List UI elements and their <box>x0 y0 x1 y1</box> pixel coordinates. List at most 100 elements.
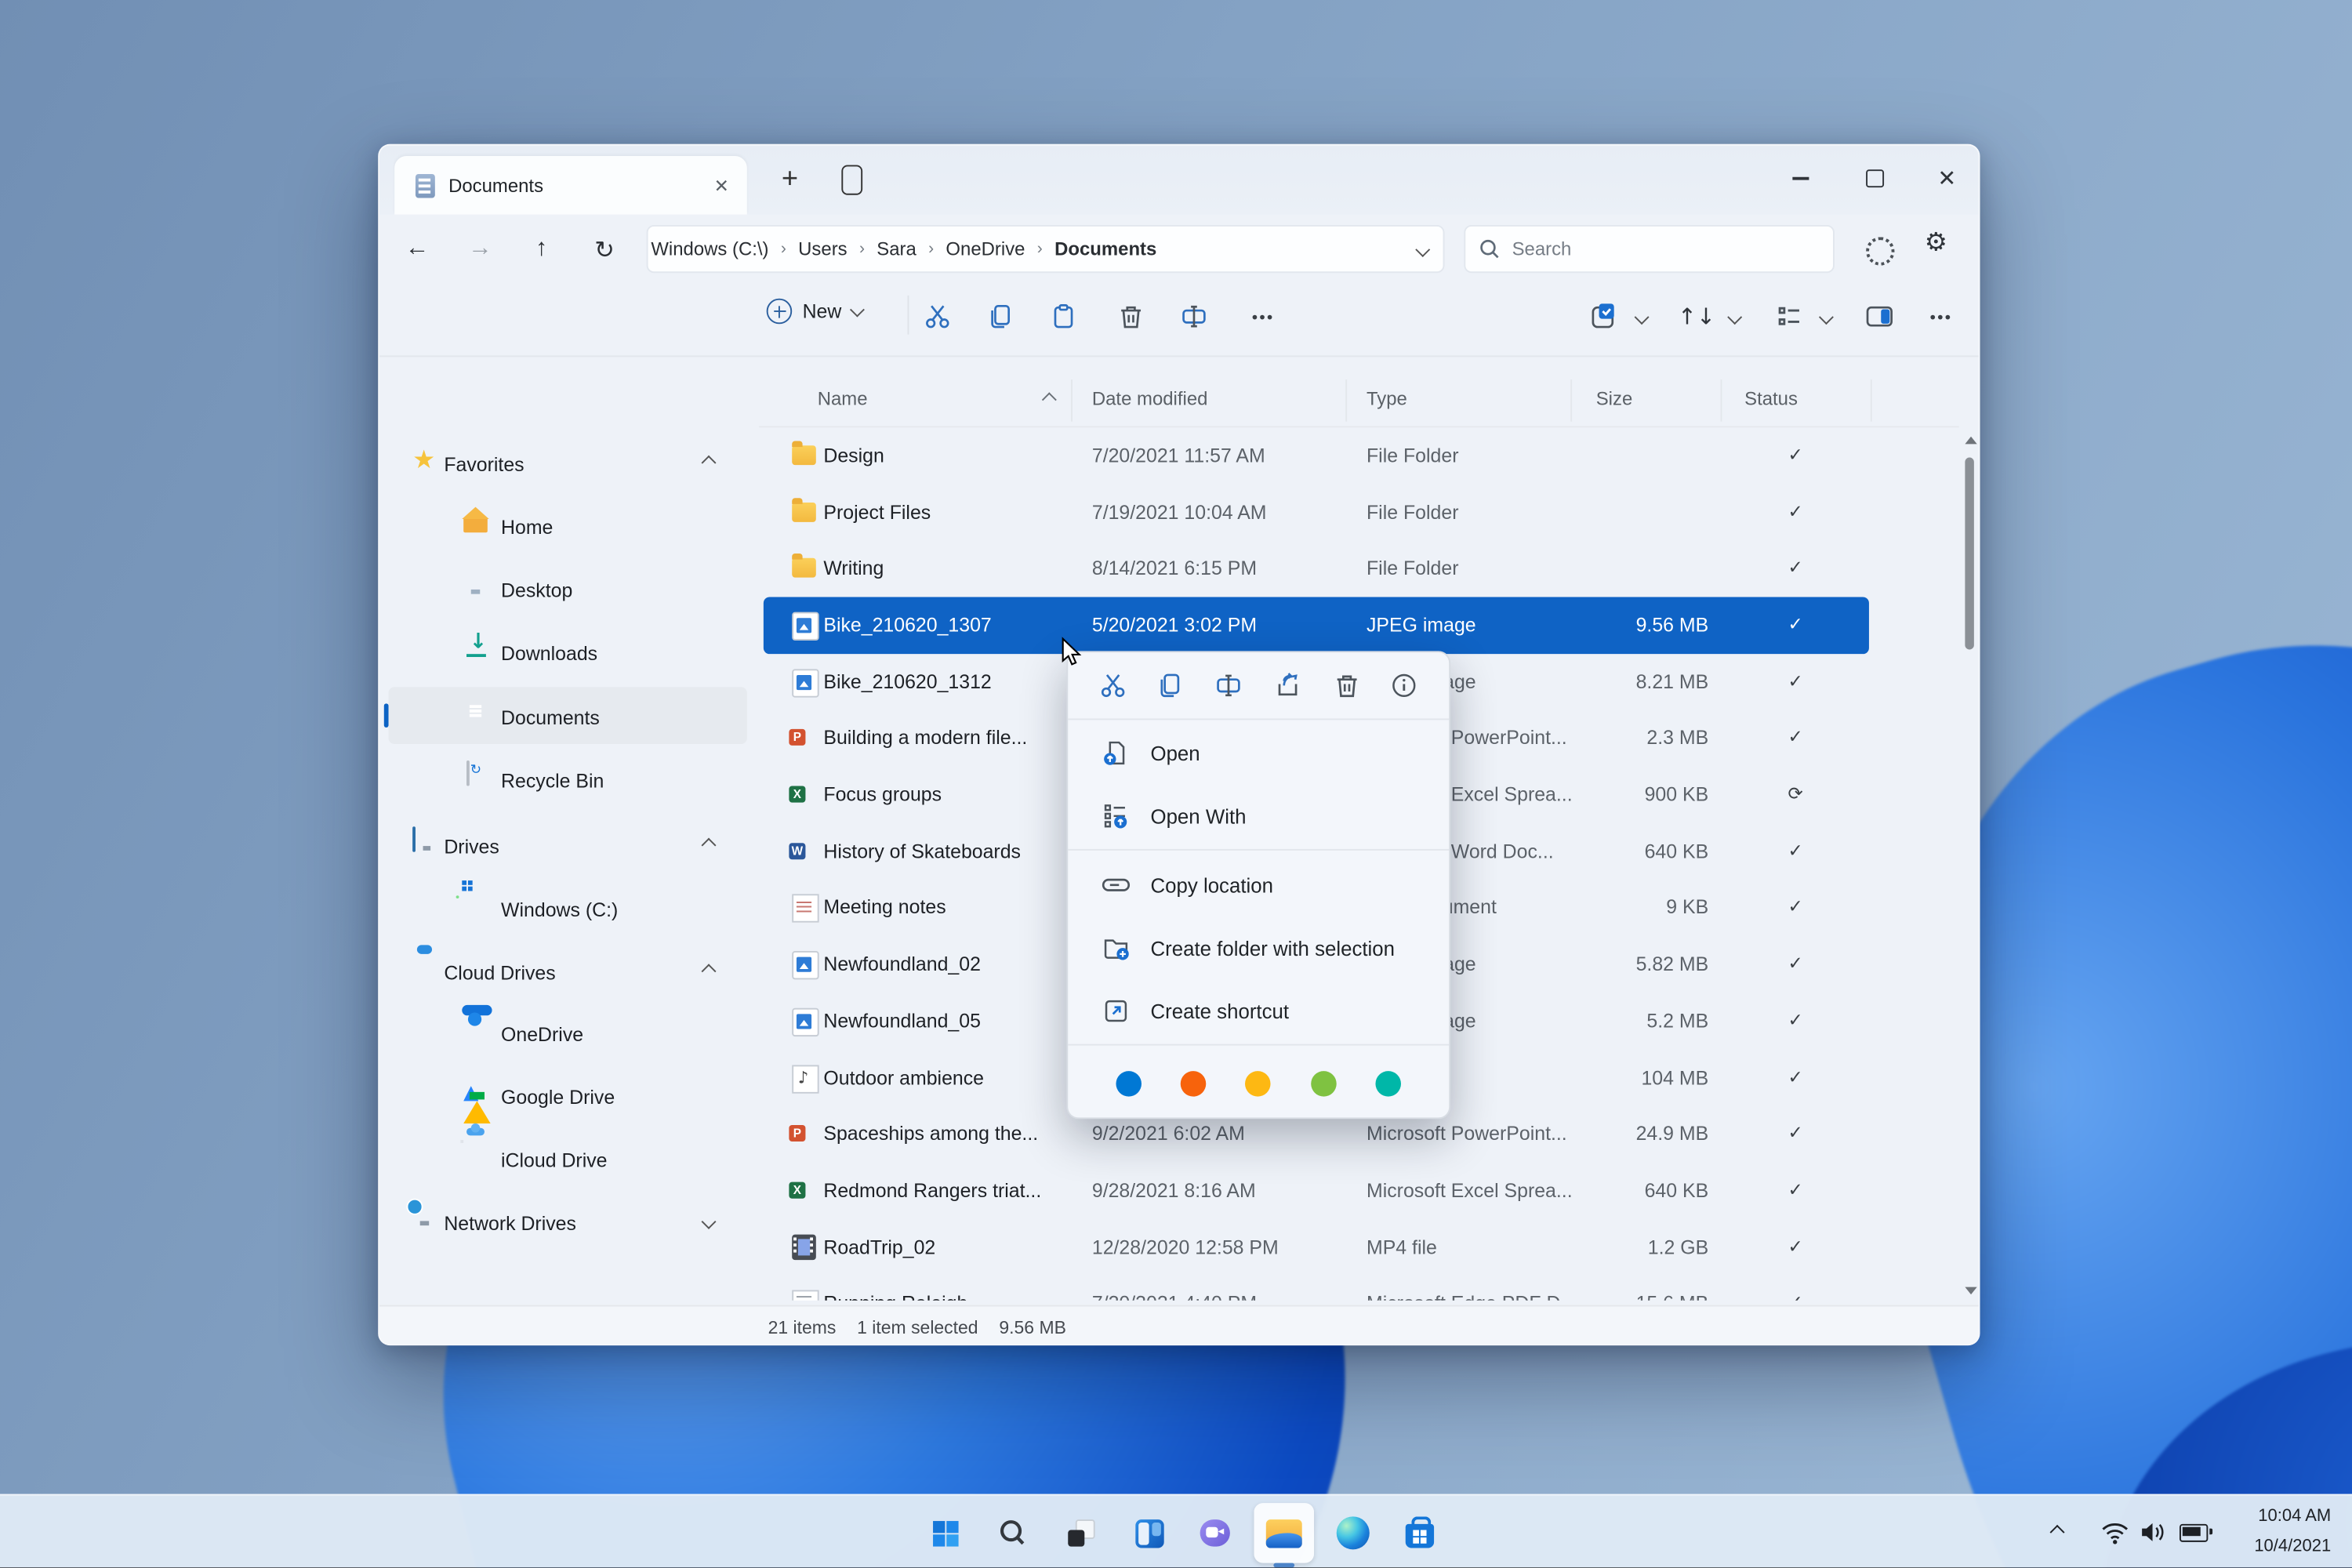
column-header-name[interactable]: Name <box>818 389 868 410</box>
chevron-up-icon[interactable] <box>702 964 717 978</box>
select-toggle-button[interactable] <box>1585 299 1621 335</box>
chevron-up-icon[interactable] <box>702 456 717 470</box>
tab-documents[interactable]: Documents ✕ <box>394 156 747 215</box>
breadcrumb-segment[interactable]: Users <box>795 238 850 260</box>
paste-button[interactable] <box>1046 299 1082 335</box>
rename-icon[interactable] <box>1215 672 1242 699</box>
delete-icon[interactable] <box>1333 672 1359 699</box>
table-row[interactable]: Running Raleigh7/20/2021 4:40 PMMicrosof… <box>764 1275 1869 1301</box>
tag-green[interactable] <box>1310 1070 1336 1096</box>
chevron-down-icon[interactable] <box>702 1214 717 1229</box>
table-row[interactable]: Redmond Rangers triat...9/28/2021 8:16 A… <box>764 1163 1869 1220</box>
tag-teal[interactable] <box>1375 1070 1401 1096</box>
tag-blue[interactable] <box>1116 1070 1142 1096</box>
breadcrumb-segment[interactable]: OneDrive <box>943 238 1029 260</box>
sidebar-group-network-drives[interactable]: Network Drives <box>379 1199 756 1250</box>
sidebar-item-icloud-drive[interactable]: iCloud Drive <box>379 1130 756 1192</box>
scrollbar[interactable] <box>1961 430 1979 1301</box>
scrollbar-thumb[interactable] <box>1965 458 1973 650</box>
sidebar-item-windows-c[interactable]: Windows (C:) <box>379 879 756 942</box>
details-pane-button[interactable] <box>1861 299 1897 335</box>
sidebar-item-home[interactable]: Home <box>379 496 756 559</box>
copy-button[interactable] <box>982 299 1018 335</box>
scroll-up-icon[interactable] <box>1965 437 1976 445</box>
chat-button[interactable] <box>1186 1504 1243 1562</box>
sidebar-item-recycle-bin[interactable]: Recycle Bin <box>379 750 756 813</box>
scroll-down-icon[interactable] <box>1965 1287 1976 1295</box>
menu-item-copy-location[interactable]: Copy location <box>1068 854 1449 916</box>
tab-close-icon[interactable]: ✕ <box>714 175 729 196</box>
battery-icon[interactable] <box>2180 1524 2208 1542</box>
rename-button[interactable] <box>1176 299 1212 335</box>
clock[interactable]: 10:04 AM 10/4/2021 <box>2220 1501 2332 1562</box>
toolbar-more-button[interactable] <box>1923 299 1959 335</box>
tag-yellow[interactable] <box>1246 1070 1272 1096</box>
task-view-button[interactable] <box>1053 1504 1110 1562</box>
column-divider[interactable] <box>1721 379 1722 422</box>
hidden-icons-chevron[interactable] <box>2050 1525 2065 1540</box>
sidebar-item-desktop[interactable]: Desktop <box>379 560 756 622</box>
column-header-date[interactable]: Date modified <box>1092 389 1208 410</box>
table-row-selected[interactable]: Bike_210620_13075/20/2021 3:02 PMJPEG im… <box>764 597 1869 654</box>
taskbar-search-button[interactable] <box>984 1504 1041 1562</box>
breadcrumb-segment-current[interactable]: Documents <box>1051 238 1160 260</box>
refresh-button[interactable]: ↻ <box>585 230 624 269</box>
breadcrumb-segment[interactable]: Windows (C:\) <box>648 238 772 260</box>
breadcrumb-segment[interactable]: Sara <box>873 238 919 260</box>
wifi-icon[interactable] <box>2100 1521 2130 1545</box>
volume-icon[interactable] <box>2139 1519 2167 1545</box>
menu-item-open-with[interactable]: Open With <box>1068 785 1449 848</box>
column-divider[interactable] <box>1345 379 1347 422</box>
breadcrumb[interactable]: Windows (C:\)› Users› Sara› OneDrive› Do… <box>647 225 1445 273</box>
column-header-status[interactable]: Status <box>1744 389 1798 410</box>
view-button[interactable] <box>1772 299 1808 335</box>
column-header-type[interactable]: Type <box>1367 389 1407 410</box>
sort-ascending-icon[interactable] <box>1042 392 1057 407</box>
copy-icon[interactable] <box>1157 672 1184 699</box>
tag-orange[interactable] <box>1181 1070 1207 1096</box>
column-header-size[interactable]: Size <box>1596 389 1633 410</box>
store-button[interactable] <box>1391 1504 1448 1562</box>
share-icon[interactable] <box>1273 672 1301 699</box>
sidebar-item-onedrive[interactable]: OneDrive <box>379 1004 756 1066</box>
file-explorer-button[interactable] <box>1255 1504 1312 1562</box>
edge-button[interactable] <box>1324 1504 1381 1562</box>
menu-item-create-shortcut[interactable]: Create shortcut <box>1068 979 1449 1042</box>
search-input[interactable]: Search <box>1464 225 1835 273</box>
forward-button[interactable]: → <box>460 230 499 269</box>
minimize-button[interactable] <box>1766 146 1835 212</box>
sort-button[interactable]: ↑↓ <box>1679 299 1715 335</box>
delete-button[interactable] <box>1113 299 1149 335</box>
widgets-button[interactable] <box>1120 1504 1178 1562</box>
column-divider[interactable] <box>1871 379 1872 422</box>
sidebar-group-cloud-drives[interactable]: Cloud Drives <box>379 948 756 999</box>
table-row[interactable]: RoadTrip_0212/28/2020 12:58 PMMP4 file1.… <box>764 1219 1869 1276</box>
address-dropdown-icon[interactable] <box>1415 241 1430 256</box>
cut-button[interactable] <box>920 299 956 335</box>
sidebar-item-downloads[interactable]: Downloads <box>379 622 756 685</box>
new-button[interactable]: New <box>767 299 862 325</box>
column-divider[interactable] <box>1570 379 1572 422</box>
new-tab-button[interactable]: + <box>782 164 798 197</box>
chevron-up-icon[interactable] <box>702 838 717 853</box>
table-row[interactable]: Writing8/14/2021 6:15 PMFile Folder✓ <box>764 540 1869 597</box>
maximize-button[interactable] <box>1841 146 1910 212</box>
back-button[interactable]: ← <box>397 230 437 269</box>
sidebar-item-documents[interactable]: Documents <box>379 687 756 750</box>
tab-list-icon[interactable] <box>841 165 862 194</box>
more-options-button[interactable] <box>1245 299 1281 335</box>
gear-icon[interactable]: ⚙ <box>1925 228 1947 258</box>
properties-icon[interactable] <box>1391 672 1417 699</box>
table-row[interactable]: Project Files7/19/2021 10:04 AMFile Fold… <box>764 485 1869 542</box>
column-divider[interactable] <box>1071 379 1073 422</box>
menu-item-open[interactable]: Open <box>1068 721 1449 784</box>
up-button[interactable]: ↑ <box>522 230 561 269</box>
start-button[interactable] <box>916 1504 974 1562</box>
menu-item-create-folder-with-selection[interactable]: Create folder with selection <box>1068 916 1449 979</box>
sidebar-group-drives[interactable]: Drives <box>379 822 756 873</box>
close-button[interactable]: ✕ <box>1912 146 1980 212</box>
table-row[interactable]: Design7/20/2021 11:57 AMFile Folder✓ <box>764 427 1869 485</box>
sidebar-item-google-drive[interactable]: Google Drive <box>379 1066 756 1129</box>
sidebar-group-favorites[interactable]: ★ Favorites <box>379 440 756 491</box>
cut-icon[interactable] <box>1099 672 1126 699</box>
